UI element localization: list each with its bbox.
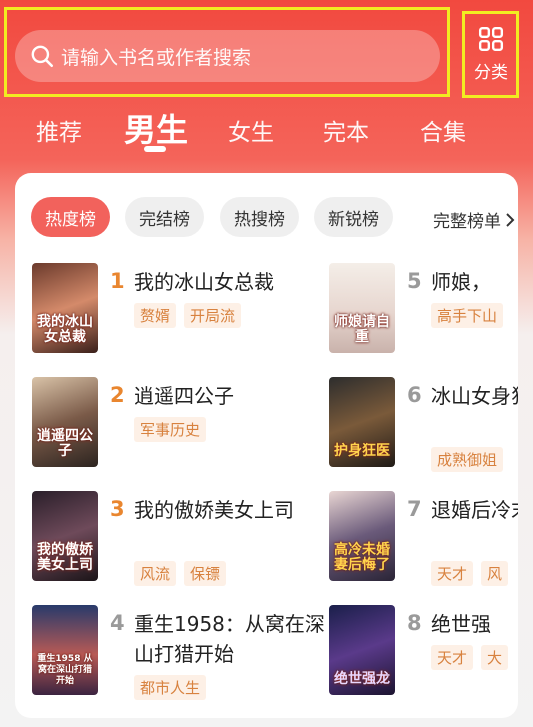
book-tag: 风流 [134,561,177,586]
book-tag: 天才 [431,561,474,586]
book-title: 重生1958：从窝在深山打猎开始 [134,612,325,666]
book-item[interactable]: 绝世强龙 8 绝世强 天才 大 [329,605,518,700]
active-tab-indicator [144,146,166,152]
chip-finished[interactable]: 完结榜 [125,197,204,237]
book-tag: 都市人生 [134,675,207,700]
category-button[interactable]: 分类 [466,14,516,94]
category-label: 分类 [474,62,508,83]
book-title: 我的傲娇美女上司 [134,498,294,522]
search-bar[interactable]: 请输入书名或作者搜索 [15,30,440,82]
book-rank: 8 [407,611,422,635]
book-rank: 7 [407,497,422,521]
chevron-right-icon [506,212,515,227]
book-tags: 成熟御姐 [431,447,504,472]
tab-collection[interactable]: 合集 [420,113,466,147]
chip-new[interactable]: 新锐榜 [314,197,393,237]
search-icon [31,45,54,68]
book-cover: 重生1958 从窝在深山打猎开始 [32,605,98,695]
book-title: 我的冰山女总裁 [134,270,274,294]
book-rank: 3 [110,497,125,521]
book-tag: 开局流 [184,303,242,328]
ranking-card: 热度榜 完结榜 热搜榜 新锐榜 完整榜单 我的冰山女总裁 1 我的冰山女总裁 赘… [15,173,518,718]
book-tags: 天才 大 [431,645,509,670]
book-rank: 5 [407,269,422,293]
book-title: 退婚后冷末婚 [431,498,518,522]
book-tag: 成熟御姐 [431,447,504,472]
grid-icon [478,26,504,51]
book-tag: 高手下山 [431,303,504,328]
book-rank: 4 [110,611,125,635]
full-list-label: 完整榜单 [433,212,501,232]
ranking-chips: 热度榜 完结榜 热搜榜 新锐榜 完整榜单 [31,197,518,241]
book-cover: 高冷未婚妻后悔了 [329,491,395,581]
book-rank: 6 [407,383,422,407]
book-item[interactable]: 师娘请自重 5 师娘， 高手下山 [329,263,518,358]
book-item[interactable]: 逍遥四公子 2 逍遥四公子 军事历史 [32,377,332,472]
book-tags: 都市人生 [134,675,207,700]
tab-recommend[interactable]: 推荐 [36,113,82,147]
book-item[interactable]: 重生1958 从窝在深山打猎开始 4 重生1958：从窝在深山打猎开始 都市人生 [32,605,332,700]
book-tags: 高手下山 [431,303,504,328]
book-item[interactable]: 护身狂医 6 冰山女身狂医 成熟御姐 [329,377,518,472]
book-rank: 2 [110,383,125,407]
book-item[interactable]: 我的冰山女总裁 1 我的冰山女总裁 赘婿 开局流 [32,263,332,358]
book-title: 师娘， [431,270,491,294]
chip-hot[interactable]: 热度榜 [31,197,110,237]
tab-completed[interactable]: 完本 [323,113,369,147]
book-item[interactable]: 我的傲娇美女上司 3 我的傲娇美女上司 风流 保镖 [32,491,332,586]
book-title: 绝世强 [431,612,491,636]
book-tags: 赘婿 开局流 [134,303,242,328]
book-rank: 1 [110,269,125,293]
search-placeholder: 请输入书名或作者搜索 [61,46,252,69]
tab-male[interactable]: 男生 [124,105,188,151]
channel-tabs: 推荐 男生 女生 完本 合集 [0,105,533,155]
book-cover: 我的冰山女总裁 [32,263,98,353]
book-tags: 军事历史 [134,417,207,442]
book-tag: 保镖 [184,561,227,586]
book-tag: 军事历史 [134,417,207,442]
book-tag: 大 [481,645,509,670]
book-cover: 我的傲娇美女上司 [32,491,98,581]
book-tag: 风 [481,561,509,586]
book-tag: 赘婿 [134,303,177,328]
book-cover: 护身狂医 [329,377,395,467]
book-item[interactable]: 高冷未婚妻后悔了 7 退婚后冷末婚 天才 风 [329,491,518,586]
book-title: 冰山女身狂医 [431,384,518,408]
full-list-link[interactable]: 完整榜单 [433,207,515,232]
book-cover: 师娘请自重 [329,263,395,353]
book-tags: 天才 风 [431,561,509,586]
book-title: 逍遥四公子 [134,384,234,408]
book-tag: 天才 [431,645,474,670]
book-cover: 逍遥四公子 [32,377,98,467]
book-cover: 绝世强龙 [329,605,395,695]
tab-female[interactable]: 女生 [228,113,274,147]
chip-hot-search[interactable]: 热搜榜 [220,197,299,237]
book-tags: 风流 保镖 [134,561,227,586]
